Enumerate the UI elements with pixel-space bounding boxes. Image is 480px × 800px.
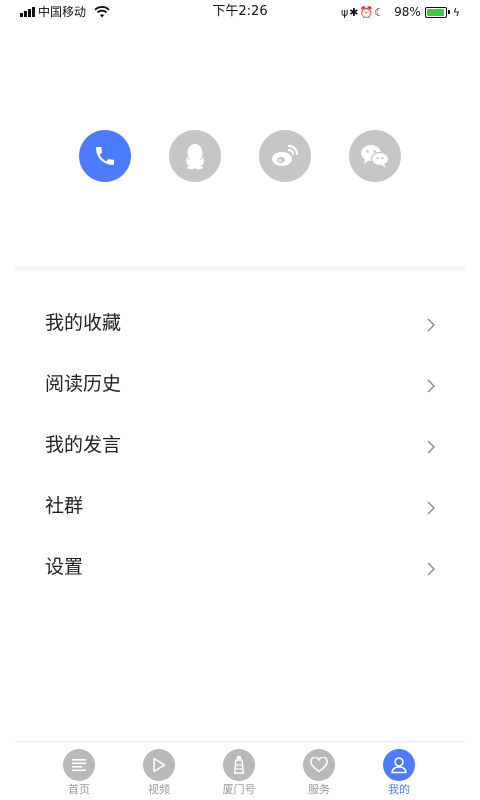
menu-item-label: 阅读历史 [45,373,122,395]
settings-menu: 我的收藏 阅读历史 我的发言 社群 设置 [0,293,480,598]
menu-item-label: 社群 [45,495,84,517]
chevron-right-icon [427,318,435,332]
charging-icon: ϟ [452,5,460,19]
tab-home[interactable]: 首页 [49,749,109,799]
play-icon [143,749,175,781]
tab-xiamen[interactable]: 厦门号 [209,749,269,799]
tab-label: 服务 [308,783,330,796]
tab-label: 厦门号 [222,783,256,796]
tab-label: 首页 [68,783,90,796]
lighthouse-icon [223,749,255,781]
qq-login-button[interactable] [169,130,221,182]
menu-item-label: 我的发言 [45,434,122,456]
heart-icon [303,749,335,781]
tab-label: 视频 [148,783,170,796]
bottom-tab-bar: 首页 视频 厦门号 服务 我的 [15,741,465,800]
chevron-right-icon [427,379,435,393]
tab-video[interactable]: 视频 [129,749,189,799]
menu-item-my-posts[interactable]: 我的发言 [0,415,480,476]
menu-item-favorites[interactable]: 我的收藏 [0,293,480,354]
menu-item-label: 设置 [45,556,84,578]
chevron-right-icon [427,562,435,576]
menu-item-community[interactable]: 社群 [0,476,480,537]
wechat-login-button[interactable] [349,130,401,182]
tab-me[interactable]: 我的 [369,749,429,799]
menu-item-settings[interactable]: 设置 [0,537,480,598]
chevron-right-icon [427,440,435,454]
menu-item-label: 我的收藏 [45,312,122,334]
wechat-icon [361,145,390,168]
battery-percent: 98% [394,5,421,19]
status-bar: 中国移动 下午2:26 ψ✱⏰☾ 98% ϟ [0,0,480,24]
tab-services[interactable]: 服务 [289,749,349,799]
battery-cap [447,10,450,14]
weibo-login-button[interactable] [259,130,311,182]
user-icon [383,749,415,781]
login-methods [79,130,401,182]
tab-label: 我的 [388,783,410,796]
section-divider [15,266,465,271]
status-glyphs: ψ✱⏰☾ [341,5,386,19]
battery-fill [426,8,445,16]
phone-icon [96,147,114,165]
news-icon [63,749,95,781]
menu-item-reading-history[interactable]: 阅读历史 [0,354,480,415]
chevron-right-icon [427,501,435,515]
weibo-icon [272,144,299,166]
qq-icon [186,144,204,170]
battery-icon [424,6,447,18]
phone-login-button[interactable] [79,130,131,182]
status-right: ψ✱⏰☾ 98% ϟ [341,4,460,20]
